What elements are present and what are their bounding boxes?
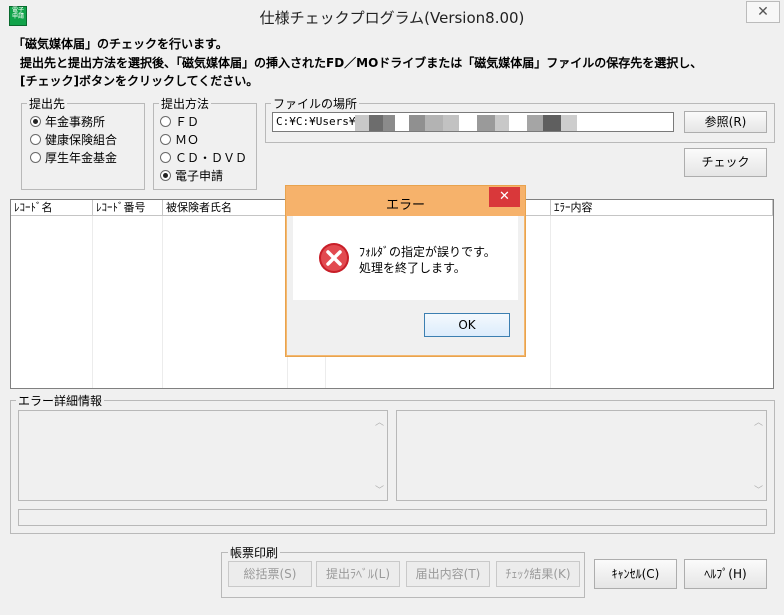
file-location-legend: ファイルの場所 — [271, 95, 360, 112]
column-divider — [550, 216, 551, 388]
column-header[interactable]: ｴﾗｰ内容 — [551, 200, 773, 216]
radio-button-icon — [30, 116, 41, 127]
radio-fd[interactable]: ＦＤ — [160, 113, 199, 130]
file-path-text: C:¥C:¥Users¥ — [276, 115, 356, 128]
column-divider — [162, 216, 163, 388]
ok-button[interactable]: OK — [424, 313, 510, 337]
radio-electronic[interactable]: 電子申請 — [160, 167, 223, 184]
instruction-line-3: [チェック]ボタンをクリックしてください。 — [20, 74, 259, 88]
submit-to-legend: 提出先 — [27, 95, 68, 112]
file-path-input[interactable]: C:¥C:¥Users¥ — [272, 112, 674, 132]
column-divider — [92, 216, 93, 388]
print-legend: 帳票印刷 — [228, 544, 281, 561]
radio-button-icon — [160, 170, 171, 181]
column-header[interactable]: ﾚｺｰﾄﾞ番号 — [93, 200, 163, 216]
instruction-line-1: 「磁気媒体届」のチェックを行います。 — [13, 37, 228, 51]
radio-cd-dvd[interactable]: ＣＤ・ＤＶＤ — [160, 149, 247, 166]
dialog-message-line-1: ﾌｫﾙﾀﾞの指定が誤りです。 — [359, 245, 496, 259]
scroll-down-icon[interactable]: ﹀ — [375, 483, 384, 496]
radio-mo[interactable]: ＭＯ — [160, 131, 199, 148]
radio-button-icon — [30, 134, 41, 145]
radio-pension-office[interactable]: 年金事務所 — [30, 113, 105, 130]
radio-button-icon — [160, 152, 171, 163]
browse-button[interactable]: 参照(R) — [684, 111, 767, 133]
dialog-title-bar: エラー ✕ — [286, 186, 525, 216]
scroll-up-icon[interactable]: ︿ — [754, 415, 763, 428]
radio-button-icon — [160, 116, 171, 127]
instruction-line-2: 提出先と提出方法を選択後、「磁気媒体届」の挿入されたFD／MOドライブまたは「磁… — [20, 56, 703, 70]
title-bar: 電子申請 仕様チェックプログラム(Version8.00) ✕ — [0, 0, 784, 32]
dialog-close-button[interactable]: ✕ — [489, 187, 520, 207]
column-header[interactable]: 被保険者氏名 — [163, 200, 288, 216]
window-close-button[interactable]: ✕ — [746, 1, 780, 23]
scroll-up-icon[interactable]: ︿ — [375, 415, 384, 428]
summary-sheet-button[interactable]: 総括票(S) — [228, 561, 312, 587]
dialog-message-line-2: 処理を終了します。 — [359, 261, 466, 275]
error-icon — [319, 243, 349, 273]
submit-method-legend: 提出方法 — [159, 95, 212, 112]
error-detail-bottom-bar — [18, 509, 767, 526]
window-title: 仕様チェックプログラム(Version8.00) — [259, 9, 525, 27]
submit-label-button[interactable]: 提出ﾗﾍﾞﾙ(L) — [316, 561, 400, 587]
error-detail-legend: エラー詳細情報 — [16, 392, 105, 409]
notification-content-button[interactable]: 届出内容(T) — [406, 561, 490, 587]
radio-pension-fund[interactable]: 厚生年金基金 — [30, 149, 117, 166]
radio-button-icon — [30, 152, 41, 163]
radio-button-icon — [160, 134, 171, 145]
cancel-button[interactable]: ｷｬﾝｾﾙ(C) — [594, 559, 677, 589]
dialog-body: ﾌｫﾙﾀﾞの指定が誤りです。 処理を終了します。 — [293, 216, 518, 300]
scroll-down-icon[interactable]: ﹀ — [754, 483, 763, 496]
help-button[interactable]: ﾍﾙﾌﾟ(H) — [684, 559, 767, 589]
error-dialog: エラー ✕ ﾌｫﾙﾀﾞの指定が誤りです。 処理を終了します。 OK — [285, 185, 526, 357]
check-button[interactable]: チェック — [684, 148, 767, 177]
radio-health-insurance[interactable]: 健康保険組合 — [30, 131, 117, 148]
error-detail-left-pane[interactable]: ︿ ﹀ — [18, 410, 388, 501]
check-result-button[interactable]: ﾁｪｯｸ結果(K) — [496, 561, 580, 587]
column-header[interactable]: ﾚｺｰﾄﾞ名 — [11, 200, 93, 216]
error-detail-right-pane[interactable]: ︿ ﹀ — [396, 410, 767, 501]
